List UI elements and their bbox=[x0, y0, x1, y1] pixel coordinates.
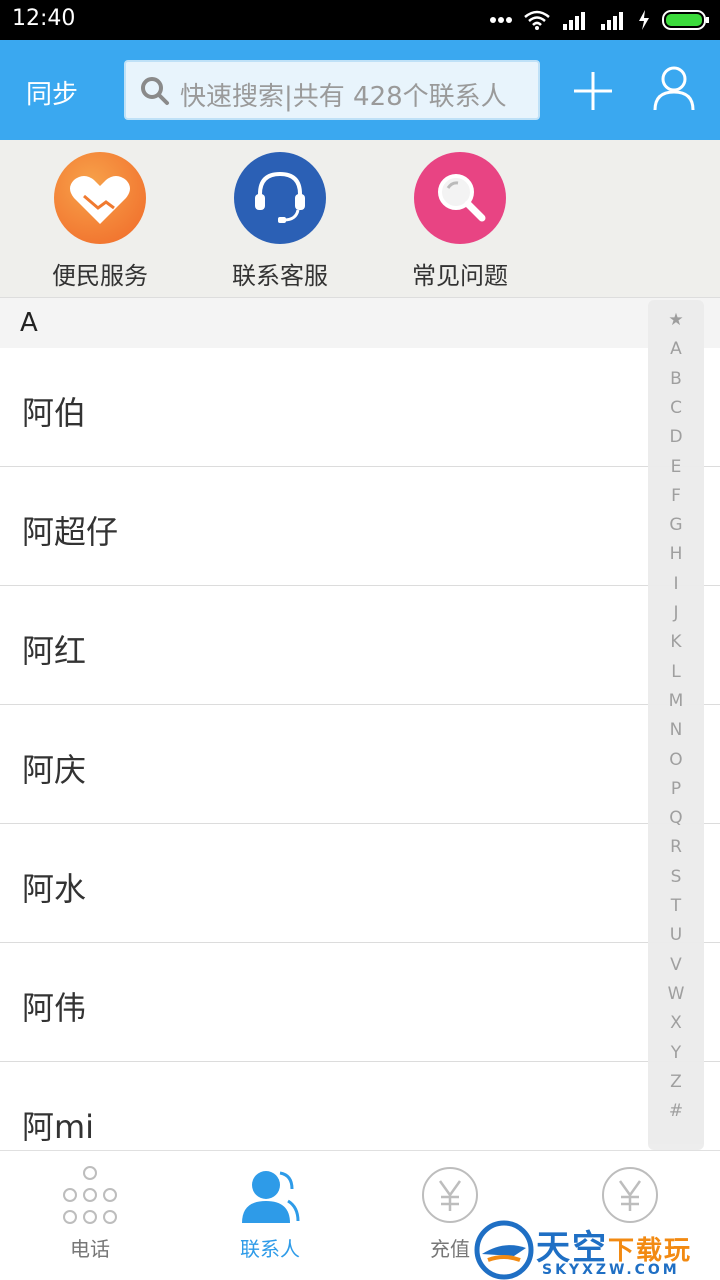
alpha-index-item[interactable]: B bbox=[648, 369, 704, 389]
alpha-index-item[interactable]: V bbox=[648, 955, 704, 975]
alpha-index-item[interactable]: H bbox=[648, 544, 704, 564]
alpha-index-item[interactable]: G bbox=[648, 515, 704, 535]
contact-row[interactable]: 阿mi bbox=[0, 1062, 720, 1150]
yen-icon bbox=[422, 1167, 478, 1223]
alpha-index-item[interactable]: K bbox=[648, 632, 704, 652]
alpha-index-item[interactable]: T bbox=[648, 896, 704, 916]
alpha-index-item[interactable]: O bbox=[648, 750, 704, 770]
service-label: 便民服务 bbox=[52, 262, 148, 290]
service-faq[interactable]: 常见问题 bbox=[390, 152, 530, 291]
contact-row[interactable]: 阿伯 bbox=[0, 348, 720, 467]
plus-icon[interactable] bbox=[572, 70, 614, 112]
top-header: 同步 快速搜索|共有 428个联系人 bbox=[0, 40, 720, 140]
watermark: 天空下载玩 SKYXZW.COM bbox=[474, 1218, 720, 1280]
tab-label: 电话 bbox=[70, 1237, 110, 1261]
alpha-index-item[interactable]: Q bbox=[648, 808, 704, 828]
signal-icon bbox=[563, 12, 585, 30]
search-icon bbox=[141, 77, 169, 105]
watermark-subtitle: SKYXZW.COM bbox=[542, 1262, 680, 1278]
tab-contacts[interactable]: 联系人 bbox=[210, 1165, 330, 1262]
alpha-index-item[interactable]: F bbox=[648, 486, 704, 506]
headset-icon bbox=[234, 152, 326, 244]
status-bar: 12:40 bbox=[0, 0, 720, 40]
contact-name: 阿超仔 bbox=[22, 513, 119, 551]
contact-row[interactable]: 阿红 bbox=[0, 586, 720, 705]
service-customer-support[interactable]: 联系客服 bbox=[210, 152, 350, 291]
alpha-index-item[interactable]: A bbox=[648, 339, 704, 359]
alpha-index-item[interactable]: N bbox=[648, 720, 704, 740]
alpha-index-item[interactable]: R bbox=[648, 837, 704, 857]
yen-icon bbox=[602, 1167, 658, 1223]
tab-phone[interactable]: 电话 bbox=[30, 1165, 150, 1262]
contact-row[interactable]: 阿超仔 bbox=[0, 467, 720, 586]
alpha-index-item[interactable]: Y bbox=[648, 1043, 704, 1063]
signal-icon-2 bbox=[601, 12, 623, 30]
contact-name: 阿mi bbox=[22, 1108, 95, 1146]
service-label: 联系客服 bbox=[232, 262, 328, 290]
more-dots-icon bbox=[490, 17, 512, 23]
alphabet-index[interactable]: ★ A B C D E F G H I J K L M N O P Q R S T U V W X Y Z # bbox=[648, 300, 704, 1150]
dialpad-icon bbox=[63, 1166, 117, 1224]
contact-row[interactable]: 阿水 bbox=[0, 824, 720, 943]
contacts-icon bbox=[242, 1171, 300, 1223]
sync-button[interactable]: 同步 bbox=[26, 74, 78, 111]
status-time: 12:40 bbox=[12, 6, 76, 31]
contact-name: 阿伟 bbox=[22, 989, 87, 1027]
alpha-index-item[interactable]: J bbox=[648, 603, 704, 623]
contact-row[interactable]: 阿庆 bbox=[0, 705, 720, 824]
alpha-index-item[interactable]: P bbox=[648, 779, 704, 799]
alpha-index-item[interactable]: X bbox=[648, 1013, 704, 1033]
user-icon[interactable] bbox=[652, 66, 696, 112]
alpha-index-item[interactable]: I bbox=[648, 574, 704, 594]
alpha-index-item[interactable]: ★ bbox=[648, 310, 704, 330]
tab-label: 联系人 bbox=[240, 1237, 300, 1261]
contact-name: 阿水 bbox=[22, 870, 87, 908]
contact-name: 阿庆 bbox=[22, 751, 87, 789]
contact-list: 阿伯 阿超仔 阿红 阿庆 阿水 阿伟 阿mi bbox=[0, 348, 720, 1150]
alpha-index-item[interactable]: C bbox=[648, 398, 704, 418]
charging-icon bbox=[639, 10, 649, 30]
alpha-index-item[interactable]: W bbox=[648, 984, 704, 1004]
section-letter: A bbox=[20, 308, 38, 338]
services-row: 便民服务 联系客服 常见问题 bbox=[0, 140, 720, 298]
search-input[interactable]: 快速搜索|共有 428个联系人 bbox=[124, 60, 540, 120]
alpha-index-item[interactable]: S bbox=[648, 867, 704, 887]
search-placeholder: 快速搜索|共有 428个联系人 bbox=[180, 82, 507, 112]
service-label: 常见问题 bbox=[412, 262, 508, 290]
contact-name: 阿伯 bbox=[22, 394, 87, 432]
section-header: A bbox=[0, 298, 720, 348]
battery-icon bbox=[662, 10, 709, 30]
contact-name: 阿红 bbox=[22, 632, 87, 670]
alpha-index-item[interactable]: L bbox=[648, 662, 704, 682]
status-icons bbox=[490, 8, 710, 32]
alpha-index-item[interactable]: Z bbox=[648, 1072, 704, 1092]
alpha-index-item[interactable]: # bbox=[648, 1101, 704, 1121]
alpha-index-item[interactable]: U bbox=[648, 925, 704, 945]
alpha-index-item[interactable]: D bbox=[648, 427, 704, 447]
alpha-index-item[interactable]: E bbox=[648, 457, 704, 477]
contact-row[interactable]: 阿伟 bbox=[0, 943, 720, 1062]
magnifier-icon bbox=[414, 152, 506, 244]
wifi-icon bbox=[524, 10, 550, 30]
watermark-logo-icon bbox=[474, 1220, 534, 1280]
service-convenience[interactable]: 便民服务 bbox=[30, 152, 170, 291]
handshake-heart-icon bbox=[54, 152, 146, 244]
alpha-index-item[interactable]: M bbox=[648, 691, 704, 711]
